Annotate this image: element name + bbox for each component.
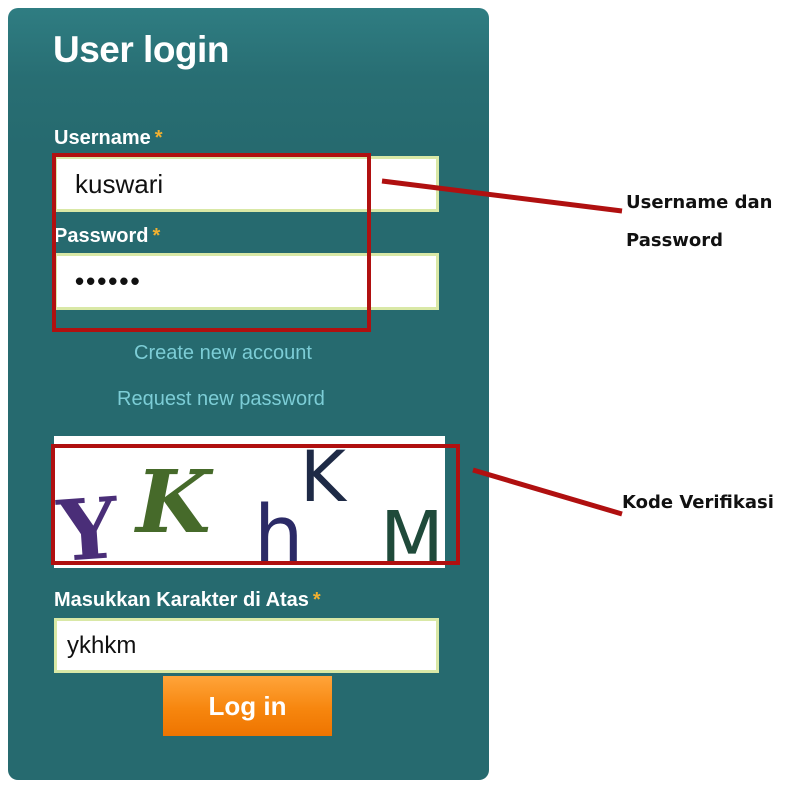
username-label: Username * [54,128,163,148]
username-label-text: Username [54,127,151,149]
credentials-callout-line2: Password [626,230,724,251]
password-input[interactable] [54,253,439,310]
panel-title: User login [53,29,229,70]
captcha-char: Y [54,478,122,568]
login-button[interactable]: Log in [163,676,332,736]
required-marker: * [152,225,161,247]
required-marker: * [154,127,163,149]
captcha-image: Y K h K M [54,436,445,568]
password-label: Password * [54,226,160,246]
captcha-callout-line [472,467,623,517]
credentials-callout: Username dan Password [626,184,772,260]
captcha-label-text: Masukkan Karakter di Atas [54,589,309,611]
captcha-callout: Kode Verifikasi [622,492,774,513]
username-input[interactable] [54,156,439,212]
screenshot-stage: User login Username* Password* Create ne… [0,0,811,788]
request-password-link[interactable]: Request new password [117,389,325,409]
required-marker: * [312,589,321,611]
captcha-char: h [254,490,304,568]
credentials-callout-line1: Username dan [626,192,773,213]
captcha-char: K [136,452,211,553]
password-label-text: Password [54,225,149,247]
captcha-char: M [380,496,444,568]
captcha-input[interactable] [54,618,439,673]
create-account-link[interactable]: Create new account [134,343,312,363]
captcha-char: K [300,436,346,518]
captcha-label: Masukkan Karakter di Atas * [54,590,321,610]
